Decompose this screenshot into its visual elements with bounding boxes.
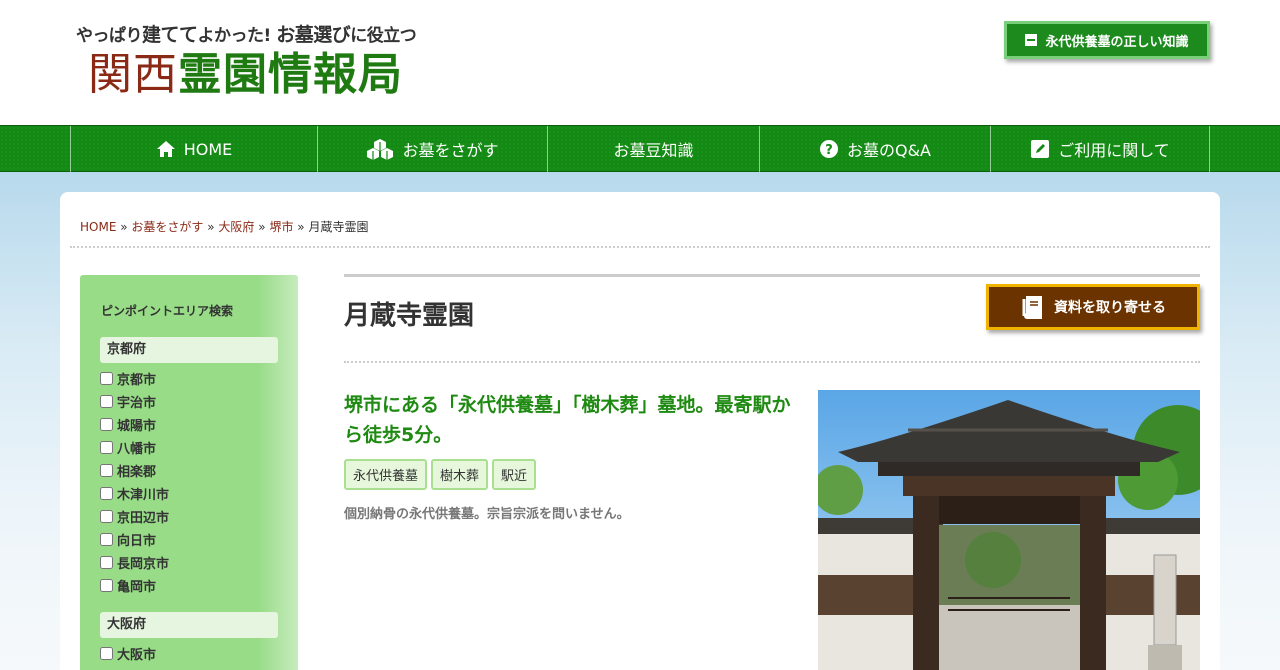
breadcrumb: HOME » お墓をさがす » 大阪府 » 堺市 » 月蔵寺霊園 — [80, 218, 368, 235]
nav-label-qa: お墓のQ&A — [846, 141, 932, 160]
city-checkbox[interactable] — [100, 556, 113, 569]
city-checkbox-item[interactable]: 京田辺市 — [100, 507, 169, 526]
home-icon — [156, 141, 175, 157]
breadcrumb-separator: » — [207, 220, 215, 234]
city-checkbox-item[interactable]: 八幡市 — [100, 438, 156, 457]
divider — [344, 361, 1200, 363]
sidebar-title: ピンポイントエリア検索 — [101, 304, 234, 318]
tagline-text-4: お墓選び — [276, 24, 351, 46]
breadcrumb-separator: » — [120, 220, 128, 234]
tag-badge: 永代供養墓 — [344, 459, 428, 490]
city-checkbox-item[interactable]: 亀岡市 — [100, 576, 156, 595]
city-label: 八幡市 — [117, 442, 157, 457]
knowledge-button[interactable]: 永代供養墓の正しい知識 — [1004, 21, 1210, 59]
tagline-text-5: に役立つ — [350, 26, 417, 46]
svg-text:?: ? — [825, 143, 833, 158]
catch-copy: 堺市にある「永代供養墓」「樹木葬」墓地。最寄駅から徒歩5分。 — [344, 394, 791, 446]
city-checkbox-item[interactable]: 向日市 — [100, 530, 156, 549]
nav-item-qa[interactable]: ? お墓のQ&A — [759, 126, 990, 172]
site-title-green: 霊園情報局 — [178, 49, 403, 100]
city-checkbox[interactable] — [100, 372, 113, 385]
tag-badge: 駅近 — [492, 459, 537, 490]
nav-item-search[interactable]: お墓をさがす — [317, 126, 547, 172]
city-checkbox[interactable] — [100, 647, 113, 660]
city-label: 大阪市 — [117, 648, 157, 663]
cemetery-description: 個別納骨の永代供養墓。宗旨宗派を問いません。 — [344, 507, 630, 522]
city-checkbox[interactable] — [100, 395, 113, 408]
global-nav: HOME お墓をさがす お墓豆知識 ? お墓のQ&A ご利用に関して — [0, 125, 1280, 172]
breadcrumb-search[interactable]: お墓をさがす — [131, 220, 203, 234]
request-materials-button[interactable]: 資料を取り寄せる — [986, 284, 1200, 330]
breadcrumb-current: 月蔵寺霊園 — [308, 220, 369, 234]
city-label: 京田辺市 — [117, 511, 170, 526]
city-checkbox[interactable] — [100, 579, 113, 592]
city-checkbox[interactable] — [100, 418, 113, 431]
city-checkbox[interactable] — [100, 487, 113, 500]
region-header-kyoto: 京都府 — [100, 337, 278, 363]
city-label: 向日市 — [117, 534, 157, 549]
nav-item-home[interactable]: HOME — [70, 126, 317, 172]
city-label: 長岡京市 — [117, 557, 170, 572]
minus-square-icon — [1025, 34, 1038, 46]
book-icon — [1022, 296, 1042, 319]
tag-list: 永代供養墓 樹木葬 駅近 — [344, 459, 537, 490]
tagline-text-2: 建てて — [142, 24, 198, 46]
tagline: やっぱり建ててよかった! お墓選びに役立つ — [76, 20, 417, 47]
breadcrumb-separator: » — [297, 220, 305, 234]
nav-item-tips[interactable]: お墓豆知識 — [547, 126, 759, 172]
breadcrumb-separator: » — [258, 220, 266, 234]
request-button-label: 資料を取り寄せる — [1054, 300, 1166, 316]
nav-label-tips: お墓豆知識 — [613, 141, 694, 160]
breadcrumb-prefecture[interactable]: 大阪府 — [218, 220, 254, 234]
city-label: 京都市 — [117, 373, 157, 388]
cemetery-photo — [818, 390, 1200, 670]
city-checkbox[interactable] — [100, 441, 113, 454]
site-logo[interactable]: やっぱり建ててよかった! お墓選びに役立つ 関西霊園情報局 — [76, 20, 417, 100]
city-checkbox-item[interactable]: 大阪市 — [100, 644, 156, 663]
question-circle-icon: ? — [819, 140, 838, 158]
city-checkbox-item[interactable]: 長岡京市 — [100, 553, 169, 572]
tagline-text-3: よかった! — [197, 26, 272, 46]
nav-label-home: HOME — [183, 139, 233, 159]
city-label: 亀岡市 — [117, 580, 157, 595]
page-title: 月蔵寺霊園 — [344, 301, 475, 331]
city-label: 相楽郡 — [117, 465, 157, 480]
tag-badge: 樹木葬 — [431, 459, 489, 490]
city-checkbox-item[interactable]: 相楽郡 — [100, 461, 156, 480]
city-checkbox[interactable] — [100, 510, 113, 523]
knowledge-button-label: 永代供養墓の正しい知識 — [1045, 34, 1189, 50]
title-top-border — [344, 274, 1200, 277]
nav-label-search: お墓をさがす — [402, 141, 499, 160]
breadcrumb-home[interactable]: HOME — [80, 220, 116, 234]
city-checkbox-item[interactable]: 宇治市 — [100, 392, 156, 411]
city-label: 木津川市 — [117, 488, 170, 503]
city-checkbox-item[interactable]: 城陽市 — [100, 415, 156, 434]
tagline-text-1: やっぱり — [76, 26, 143, 46]
city-label: 宇治市 — [117, 396, 157, 411]
nav-label-usage: ご利用に関して — [1058, 141, 1170, 160]
city-label: 城陽市 — [117, 419, 157, 434]
city-checkbox[interactable] — [100, 533, 113, 546]
divider — [70, 246, 1210, 248]
nav-item-usage[interactable]: ご利用に関して — [990, 126, 1210, 172]
area-search-sidebar: ピンポイントエリア検索 京都府 京都市 宇治市 城陽市 八幡市 相楽郡 木津川市… — [80, 275, 298, 670]
site-title: 関西霊園情報局 — [88, 49, 416, 100]
city-checkbox[interactable] — [100, 464, 113, 477]
boxes-icon — [367, 139, 394, 160]
temple-gate-image — [818, 390, 1200, 670]
city-checkbox-item[interactable]: 京都市 — [100, 369, 156, 388]
edit-icon — [1031, 140, 1050, 158]
region-header-osaka: 大阪府 — [100, 612, 278, 638]
breadcrumb-city[interactable]: 堺市 — [269, 220, 293, 234]
site-header: やっぱり建ててよかった! お墓選びに役立つ 関西霊園情報局 永代供養墓の正しい知… — [0, 0, 1280, 125]
city-checkbox-item[interactable]: 木津川市 — [100, 484, 169, 503]
site-title-red: 関西 — [88, 49, 178, 100]
